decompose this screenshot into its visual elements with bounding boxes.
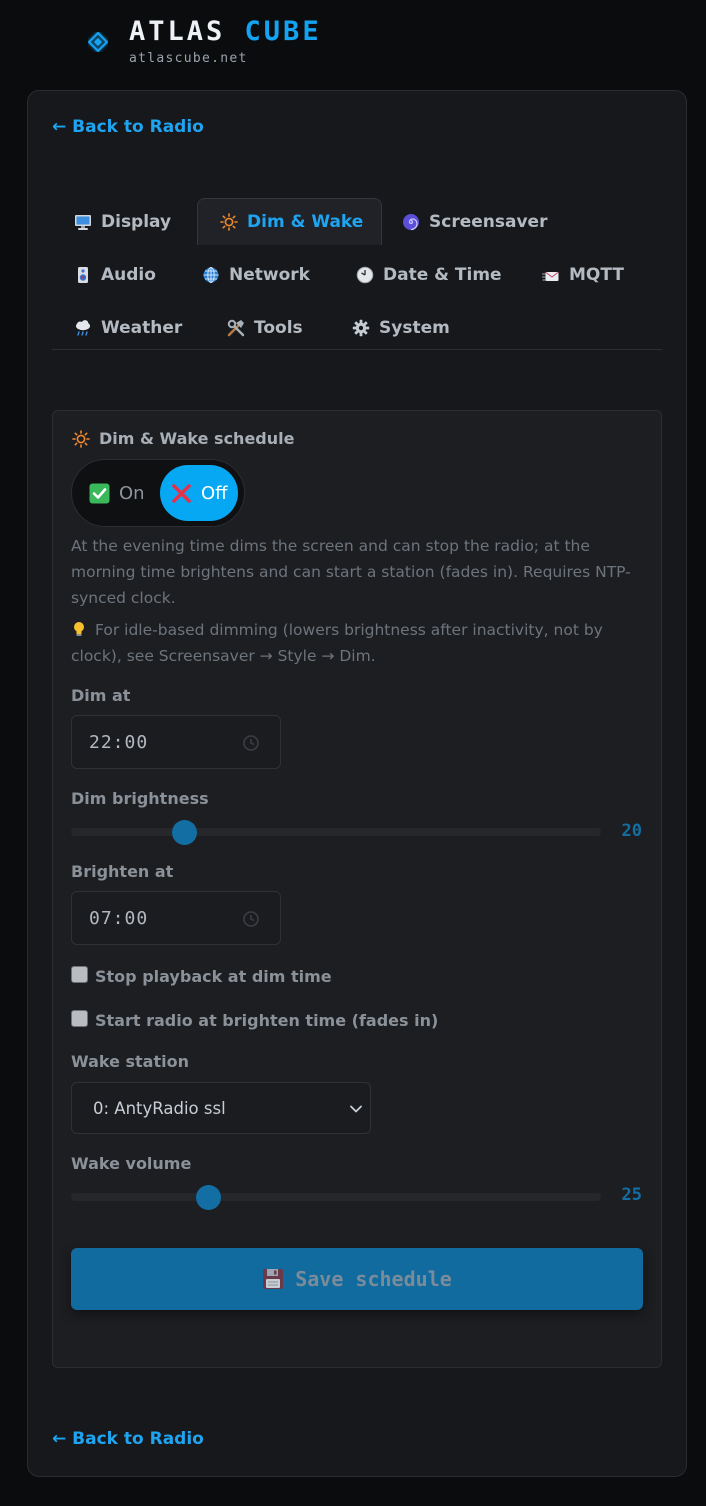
tools-icon [227, 319, 245, 336]
dim-at-time-input[interactable]: 22:00 [71, 715, 281, 769]
dim-brightness-value: 20 [621, 821, 642, 841]
slider-thumb[interactable] [196, 1185, 222, 1210]
tab-label: Display [101, 211, 172, 232]
sun-icon [72, 429, 90, 448]
tab-network[interactable]: Network [180, 251, 328, 298]
cross-mark-icon [172, 483, 191, 503]
panel-title-text: Dim & Wake schedule [99, 429, 295, 448]
settings-tabs: Display Dim & Wake Screensaver Audio Net… [52, 198, 662, 350]
globe-icon [203, 266, 219, 283]
slider-track [71, 1193, 601, 1201]
wake-station-select[interactable]: 0: AntyRadio ssl [71, 1082, 371, 1134]
tab-label: Dim & Wake [247, 212, 364, 232]
panel-title: Dim & Wake schedule [72, 429, 294, 448]
wake-station-value: 0: AntyRadio ssl [93, 1098, 226, 1118]
speaker-icon [78, 266, 88, 283]
tab-system[interactable]: System [330, 304, 468, 351]
brand-subtitle: atlascube.net [129, 51, 248, 66]
brighten-at-time-input[interactable]: 07:00 [71, 891, 281, 945]
dim-at-label: Dim at [71, 686, 131, 705]
wake-station-label: Wake station [71, 1052, 189, 1071]
sun-icon [220, 213, 238, 231]
brand-title-accent: CUBE [244, 16, 322, 47]
dim-at-value: 22:00 [89, 731, 149, 753]
wake-volume-value: 25 [621, 1185, 642, 1205]
clock-icon [356, 266, 374, 283]
start-radio-label[interactable]: Start radio at brighten time (fades in) [95, 1011, 438, 1030]
dim-wake-panel: Dim & Wake schedule On Off At the evenin… [52, 410, 662, 1368]
tab-label: Network [229, 264, 310, 285]
tab-weather[interactable]: Weather [52, 304, 200, 351]
swirl-icon [403, 213, 419, 230]
brand-title: ATLAS CUBE [129, 16, 322, 47]
wake-volume-slider[interactable] [71, 1182, 601, 1212]
dim-brightness-slider[interactable] [71, 817, 601, 847]
dim-brightness-label: Dim brightness [71, 789, 209, 808]
tab-label: MQTT [569, 264, 624, 285]
brand-title-main: ATLAS [129, 16, 226, 47]
start-radio-checkbox[interactable] [71, 1010, 88, 1027]
back-to-radio-link-bottom[interactable]: ← Back to Radio [52, 1429, 204, 1449]
back-to-radio-link-top[interactable]: ← Back to Radio [52, 117, 204, 137]
slider-thumb[interactable] [171, 820, 197, 845]
tab-label: Date & Time [383, 264, 502, 285]
tab-label: System [379, 317, 450, 338]
tab-audio[interactable]: Audio [52, 251, 174, 298]
schedule-tip: For idle-based dimming (lowers brightnes… [71, 617, 631, 669]
schedule-tip-text: For idle-based dimming (lowers brightnes… [71, 621, 603, 665]
tab-screensaver[interactable]: Screensaver [380, 198, 565, 245]
toggle-on-label: On [119, 482, 145, 504]
save-schedule-button[interactable]: Save schedule [71, 1248, 643, 1310]
cloud-rain-icon [76, 319, 90, 336]
tab-tools[interactable]: Tools [205, 304, 321, 351]
stop-playback-row[interactable]: Stop playback at dim time [71, 966, 332, 986]
schedule-description: At the evening time dims the screen and … [71, 537, 631, 607]
brighten-at-label: Brighten at [71, 862, 174, 881]
tab-date-time[interactable]: Date & Time [334, 251, 520, 298]
tab-dim-wake[interactable]: Dim & Wake [197, 198, 383, 245]
tab-label: Audio [101, 264, 156, 285]
wake-volume-label: Wake volume [71, 1154, 192, 1173]
schedule-on-off-toggle[interactable]: On Off [71, 459, 245, 527]
diamond-logo-icon [88, 32, 108, 52]
clock-icon[interactable] [242, 734, 260, 752]
message-icon [542, 271, 559, 281]
save-schedule-label: Save schedule [295, 1267, 452, 1291]
toggle-off-label: Off [201, 482, 228, 504]
toggle-on-option[interactable]: On [80, 465, 160, 521]
monitor-icon [75, 214, 91, 230]
gear-icon [352, 319, 370, 336]
check-mark-icon [89, 483, 110, 503]
brighten-at-value: 07:00 [89, 907, 149, 929]
tab-label: Weather [101, 317, 183, 338]
start-radio-row[interactable]: Start radio at brighten time (fades in) [71, 1010, 438, 1030]
floppy-disk-icon [263, 1269, 284, 1289]
toggle-off-option[interactable]: Off [160, 465, 238, 521]
clock-icon[interactable] [242, 910, 260, 928]
tab-mqtt[interactable]: MQTT [520, 251, 642, 298]
stop-playback-checkbox[interactable] [71, 966, 88, 983]
stop-playback-label[interactable]: Stop playback at dim time [95, 967, 332, 986]
settings-card: ← Back to Radio Display Dim & Wake Scree… [27, 90, 687, 1477]
tab-display[interactable]: Display [52, 198, 189, 245]
tab-label: Tools [254, 317, 303, 338]
lightbulb-icon [74, 622, 84, 636]
tab-label: Screensaver [429, 211, 548, 232]
slider-track [71, 828, 601, 836]
chevron-down-icon [350, 1105, 362, 1113]
